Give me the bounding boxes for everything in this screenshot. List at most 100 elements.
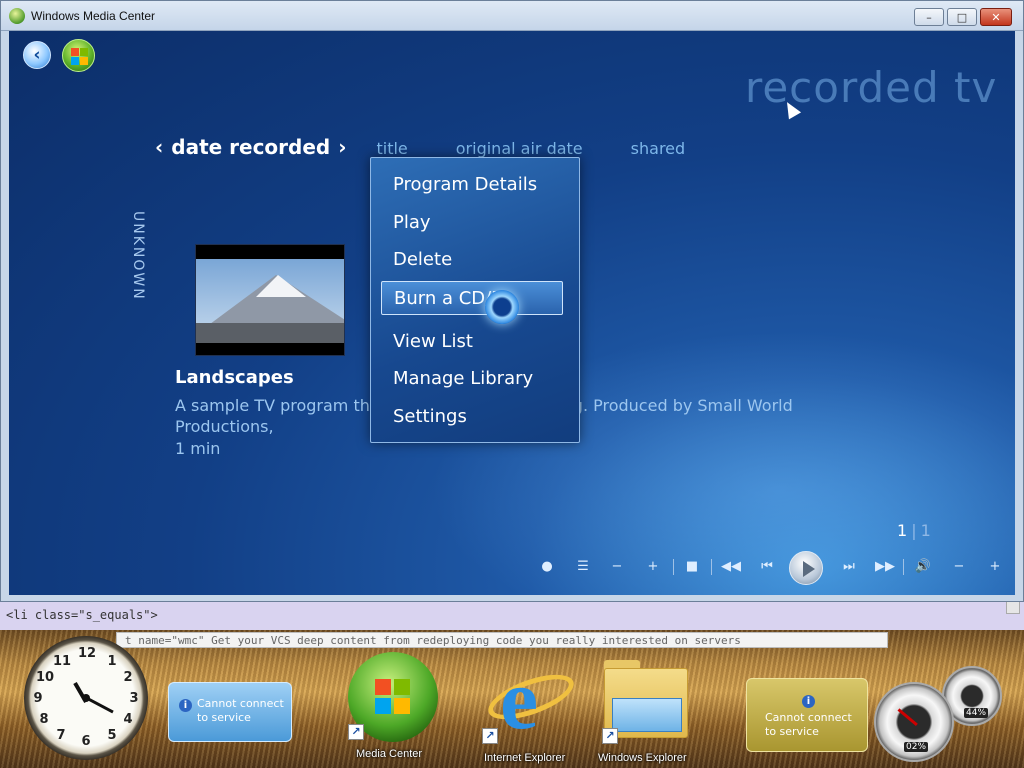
background-code-strip: t name="wmc" Get your VCS deep content f… xyxy=(116,632,888,648)
feed-gadget[interactable]: i Cannot connect to service xyxy=(746,678,868,752)
chevron-left-icon[interactable]: ‹ xyxy=(155,135,163,159)
clock-number: 1 xyxy=(107,654,117,669)
thumbnail-ground xyxy=(196,323,344,343)
media-center-content: ‹ recorded tv ‹ date recorded › title or… xyxy=(9,31,1015,595)
program-thumbnail[interactable] xyxy=(195,244,345,356)
cpu-meter-dial: 02% xyxy=(874,682,954,762)
context-menu: Program Details Play Delete Burn a CD/D … xyxy=(370,157,580,443)
weather-gadget[interactable]: i Cannot connect to service xyxy=(168,682,292,742)
clock-number: 8 xyxy=(39,712,49,727)
memory-readout: 44% xyxy=(964,708,989,718)
thumbnail-snowcap xyxy=(256,275,306,297)
transport-divider xyxy=(903,559,904,575)
page-current: 1 xyxy=(897,521,908,540)
media-center-app-icon xyxy=(9,8,25,24)
ie-letter-e: e xyxy=(500,651,539,747)
menu-item-settings[interactable]: Settings xyxy=(381,400,563,434)
background-strip-text: <li class="s_equals"> xyxy=(6,608,158,622)
program-title: Landscapes xyxy=(175,367,294,388)
clock-number: 6 xyxy=(81,734,91,749)
skip-back-icon[interactable]: ⏮ xyxy=(757,557,777,577)
clock-number: 10 xyxy=(36,670,55,685)
menu-item-manage-library[interactable]: Manage Library xyxy=(381,362,563,396)
back-arrow-icon[interactable]: ‹ xyxy=(23,41,51,69)
volume-icon[interactable]: 🔊 xyxy=(913,557,933,577)
channel-up-icon[interactable]: + xyxy=(643,557,663,577)
shortcut-arrow-icon: ↗ xyxy=(482,728,498,744)
stop-icon[interactable]: ■ xyxy=(682,557,702,577)
flag-red-pane xyxy=(71,48,79,56)
close-button[interactable]: ✕ xyxy=(980,8,1012,26)
internet-explorer-shortcut-label[interactable]: Internet Explorer xyxy=(484,752,565,764)
window-titlebar[interactable]: Windows Media Center – □ ✕ xyxy=(1,1,1023,31)
windows-start-icon[interactable] xyxy=(62,39,95,72)
meter-needle xyxy=(897,708,918,727)
channel-down-icon[interactable]: − xyxy=(607,557,627,577)
shortcut-arrow-icon: ↗ xyxy=(348,724,364,740)
flag-yellow-pane xyxy=(80,57,88,65)
record-icon[interactable]: ● xyxy=(537,557,557,577)
flag-blue-pane xyxy=(71,57,79,65)
tab-date-recorded[interactable]: ‹ date recorded › xyxy=(155,135,346,159)
clock-gadget[interactable]: 12 1 2 3 4 5 6 7 8 9 10 11 xyxy=(24,636,148,760)
clock-number: 12 xyxy=(78,646,97,661)
group-label: UNKNOWN xyxy=(130,211,146,301)
internet-explorer-shortcut-icon[interactable]: e xyxy=(482,651,580,747)
clock-number: 11 xyxy=(53,654,72,669)
media-center-window: Windows Media Center – □ ✕ ‹ recorded tv… xyxy=(0,0,1024,602)
clock-number: 5 xyxy=(107,728,117,743)
flag-green-pane xyxy=(80,48,88,56)
transport-divider xyxy=(711,559,712,575)
menu-item-burn-cd-dvd[interactable]: Burn a CD/D xyxy=(381,281,563,315)
program-duration: 1 min xyxy=(175,439,221,458)
busy-spinner-icon xyxy=(485,290,519,324)
minimize-button[interactable]: – xyxy=(914,8,944,26)
clock-number: 3 xyxy=(129,691,139,706)
page-total: 1 xyxy=(920,521,931,540)
windows-explorer-shortcut-label[interactable]: Windows Explorer xyxy=(598,752,687,764)
clock-center-pin xyxy=(82,694,90,702)
cpu-readout: 02% xyxy=(904,742,929,752)
info-icon: i xyxy=(802,695,815,708)
feed-gadget-message: Cannot connect to service xyxy=(765,711,852,738)
media-center-shortcut-label[interactable]: Media Center xyxy=(356,748,422,760)
clock-number: 2 xyxy=(123,670,133,685)
background-scroll-arrow[interactable] xyxy=(1006,600,1020,614)
page-indicator: 1 | 1 xyxy=(897,521,931,540)
page-separator: | xyxy=(911,521,917,540)
skip-forward-icon[interactable]: ⏭ xyxy=(839,557,859,577)
menu-item-program-details[interactable]: Program Details xyxy=(381,168,563,202)
weather-gadget-message: Cannot connect to service xyxy=(197,697,284,724)
guide-list-icon[interactable]: ☰ xyxy=(573,557,593,577)
tab-date-recorded-label: date recorded xyxy=(171,135,331,159)
flag-red-pane xyxy=(375,679,391,695)
tab-original-air-date[interactable]: original air date xyxy=(456,139,583,158)
flag-green-pane xyxy=(394,679,410,695)
flag-yellow-pane xyxy=(394,698,410,714)
volume-up-icon[interactable]: + xyxy=(985,557,1005,577)
info-icon: i xyxy=(179,699,192,712)
chevron-right-icon[interactable]: › xyxy=(338,135,346,159)
background-code-text: t name="wmc" Get your VCS deep content f… xyxy=(125,634,741,647)
shortcut-arrow-icon: ↗ xyxy=(602,728,618,744)
menu-item-play[interactable]: Play xyxy=(381,206,563,240)
tab-shared[interactable]: shared xyxy=(631,139,686,158)
clock-number: 9 xyxy=(33,691,43,706)
transport-divider xyxy=(673,559,674,575)
rewind-icon[interactable]: ◀◀ xyxy=(721,557,741,577)
menu-item-view-list[interactable]: View List xyxy=(381,325,563,359)
sort-tabs: ‹ date recorded › title original air dat… xyxy=(155,135,685,159)
screen: <li class="s_equals"> Windows Media Cent… xyxy=(0,0,1024,768)
clock-number: 7 xyxy=(56,728,66,743)
play-button[interactable] xyxy=(789,551,823,585)
cpu-meter-gadget[interactable]: 44% 02% xyxy=(874,664,1004,762)
menu-item-delete[interactable]: Delete xyxy=(381,243,563,277)
flag-blue-pane xyxy=(375,698,391,714)
transport-controls: ● ☰ − + ■ ◀◀ ⏮ ⏭ ▶▶ 🔊 − + xyxy=(535,551,1005,585)
volume-down-icon[interactable]: − xyxy=(949,557,969,577)
clock-number: 4 xyxy=(123,712,133,727)
tab-title[interactable]: title xyxy=(376,139,407,158)
maximize-button[interactable]: □ xyxy=(947,8,977,26)
fast-forward-icon[interactable]: ▶▶ xyxy=(875,557,895,577)
folder-window-pane xyxy=(612,698,682,732)
